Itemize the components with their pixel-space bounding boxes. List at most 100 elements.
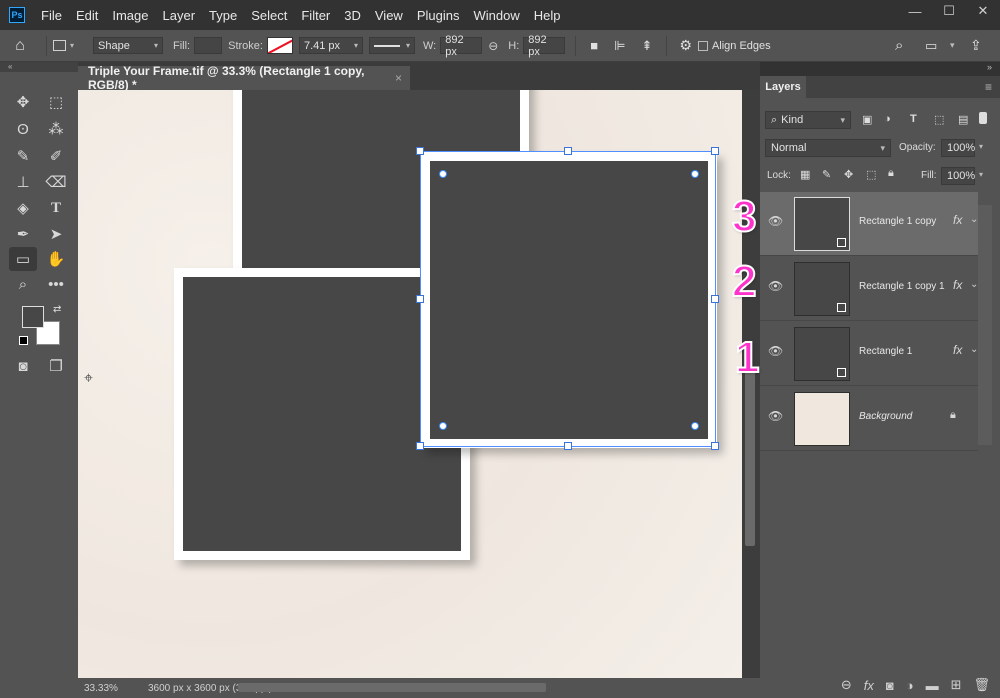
eraser-tool-icon[interactable]: ⌫ [42,170,70,194]
workspace-icon[interactable]: ▭ [925,38,937,54]
chevron-down-icon[interactable]: ▾ [950,40,955,51]
transform-handle[interactable] [416,442,424,450]
transform-handle[interactable] [564,147,572,155]
menu-file[interactable]: File [39,6,64,25]
corner-radius-handle[interactable] [691,422,699,430]
fill-field[interactable]: 100% [941,167,975,185]
eye-icon[interactable]: 👁︎ [768,279,783,293]
lock-artboard-icon[interactable]: ⬚ [866,168,876,181]
corner-radius-handle[interactable] [439,170,447,178]
layer-row-rectangle-1[interactable]: 👁︎ Rectangle 1 fx ⌄ [760,322,978,386]
quick-mask-icon[interactable]: ◙ [9,354,37,378]
zoom-level[interactable]: 33.33% [78,683,138,694]
path-arrangement-icon[interactable]: ⇞ [641,38,652,54]
layers-scrollbar[interactable] [978,205,992,445]
layer-row-rectangle-1-copy[interactable]: 👁︎ Rectangle 1 copy fx ⌄ [760,192,978,256]
menu-help[interactable]: Help [532,6,563,25]
document-tab[interactable]: Triple Your Frame.tif @ 33.3% (Rectangle… [78,64,410,92]
transform-handle[interactable] [711,442,719,450]
filter-smart-object-icon[interactable]: ▤ [958,113,968,126]
menu-plugins[interactable]: Plugins [415,6,462,25]
layer-row-background[interactable]: 👁︎ Background 🔒︎ [760,387,978,451]
rectangle-tool-icon[interactable]: ▭ [9,247,37,271]
canvas[interactable]: ⌖ [78,90,742,678]
lock-all-icon[interactable]: 🔒︎ [888,167,894,180]
menu-select[interactable]: Select [249,6,289,25]
transform-handle[interactable] [711,147,719,155]
vertical-scrollbar[interactable] [742,90,760,678]
close-window-button[interactable]: ✕ [966,0,1000,22]
horizontal-scroll-thumb[interactable] [238,683,546,692]
folder-icon[interactable]: ▬ [926,678,939,693]
lock-icon[interactable]: 🔒︎ [950,409,956,422]
swap-colors-icon[interactable]: ⇄ [53,304,61,315]
menu-layer[interactable]: Layer [161,6,198,25]
brush-tool-icon[interactable]: ✐ [42,144,70,168]
fill-slider-arrow[interactable]: ▾ [979,170,983,179]
stroke-type-select[interactable]: ▾ [368,37,415,54]
menu-edit[interactable]: Edit [74,6,100,25]
gear-icon[interactable]: ⚙ [679,37,692,54]
fx-icon[interactable]: fx [953,278,962,292]
menu-filter[interactable]: Filter [299,6,332,25]
blend-mode-select[interactable]: Normal ▾ [765,139,891,157]
fill-swatch[interactable] [194,37,223,54]
foreground-color-swatch[interactable] [22,306,44,328]
width-field[interactable]: 892 px [440,34,483,58]
menu-view[interactable]: View [373,6,405,25]
path-alignment-icon[interactable]: ⊫ [614,38,625,54]
layer-filter-select[interactable]: ⌕ Kind ▾ [765,111,851,129]
height-field[interactable]: 892 px [523,34,566,58]
adjustment-layer-icon[interactable]: ◑ [906,678,914,693]
panel-collapse-icon[interactable]: » [987,62,992,72]
corner-radius-handle[interactable] [439,422,447,430]
eye-icon[interactable]: 👁︎ [768,214,783,228]
filter-shape-icon[interactable]: ⬚ [934,113,944,126]
menu-3d[interactable]: 3D [342,6,363,25]
fx-icon[interactable]: fx [864,678,874,693]
stroke-swatch[interactable] [266,37,293,54]
magic-wand-tool-icon[interactable]: ⁂ [42,117,70,141]
zoom-tool-icon[interactable]: ⌕ [9,272,37,296]
pen-tool-icon[interactable]: ✒ [9,222,37,246]
layer-row-rectangle-1-copy-1[interactable]: 👁︎ Rectangle 1 copy 1 fx ⌄ [760,257,978,321]
close-document-icon[interactable]: × [395,71,402,85]
more-tools-icon[interactable]: ••• [42,272,70,296]
eye-icon[interactable]: 👁︎ [768,344,783,358]
opacity-field[interactable]: 100% [941,139,975,157]
home-icon[interactable]: ⌂ [0,32,40,60]
corner-radius-handle[interactable] [691,170,699,178]
shape-tool-preset-icon[interactable]: ▾ [53,40,87,51]
path-operations-icon[interactable]: ■ [590,38,598,53]
default-colors-icon[interactable] [19,336,28,345]
opacity-slider-arrow[interactable]: ▾ [979,142,983,151]
lock-image-icon[interactable]: ✎ [822,168,831,181]
filter-toggle-icon[interactable] [979,112,987,124]
lock-transparent-icon[interactable]: ▦ [800,168,810,181]
fx-icon[interactable]: fx [953,213,962,227]
transform-handle[interactable] [416,147,424,155]
search-icon[interactable]: ⌕ [895,37,903,54]
link-layers-icon[interactable]: ⊖ [841,677,852,693]
path-selection-tool-icon[interactable]: ➤ [42,222,70,246]
tool-mode-select[interactable]: Shape ▾ [93,37,163,54]
hand-tool-icon[interactable]: ✋ [42,247,70,271]
toolbar-collapse-icon[interactable]: « [0,62,78,72]
lock-position-icon[interactable]: ✥ [844,168,853,181]
screen-mode-icon[interactable]: ❐ [42,354,70,378]
transform-handle[interactable] [564,442,572,450]
eyedropper-tool-icon[interactable]: ✎ [9,144,37,168]
align-edges-checkbox[interactable] [697,40,708,51]
transform-handle[interactable] [416,295,424,303]
new-layer-icon[interactable]: ⊞ [951,677,962,693]
menu-window[interactable]: Window [471,6,521,25]
panel-menu-icon[interactable]: ≡ [985,80,992,94]
paint-bucket-tool-icon[interactable]: ◈ [9,196,37,220]
maximize-button[interactable]: ☐ [932,0,966,22]
add-mask-icon[interactable]: ◙ [886,678,894,693]
fx-icon[interactable]: fx [953,343,962,357]
menu-image[interactable]: Image [110,6,150,25]
vertical-scroll-thumb[interactable] [745,370,755,546]
clone-stamp-tool-icon[interactable]: ⊥ [9,170,37,194]
filter-pixel-icon[interactable]: ▣ [862,113,872,126]
